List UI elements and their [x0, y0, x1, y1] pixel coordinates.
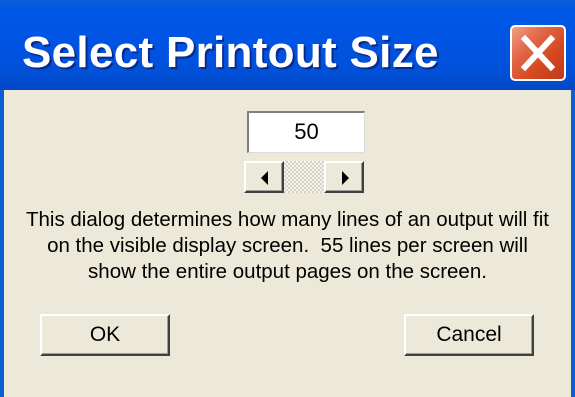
dialog-window: Select Printout Size 50 This dialog dete… [0, 0, 575, 397]
scroll-left-button[interactable] [244, 161, 284, 193]
arrow-right-icon [342, 171, 349, 185]
dialog-description: This dialog determines how many lines of… [25, 208, 549, 283]
printout-size-scrollbar[interactable] [244, 161, 364, 193]
scroll-right-button[interactable] [324, 161, 364, 193]
cancel-button[interactable]: Cancel [404, 314, 534, 356]
title-bar[interactable]: Select Printout Size [0, 0, 575, 90]
window-border-left [0, 90, 4, 397]
close-icon [520, 34, 556, 72]
dialog-title: Select Printout Size [22, 28, 439, 77]
window-border-right [571, 90, 575, 397]
close-button[interactable] [510, 25, 566, 81]
arrow-left-icon [261, 171, 268, 185]
printout-size-value[interactable]: 50 [247, 111, 365, 153]
ok-button[interactable]: OK [40, 314, 170, 356]
